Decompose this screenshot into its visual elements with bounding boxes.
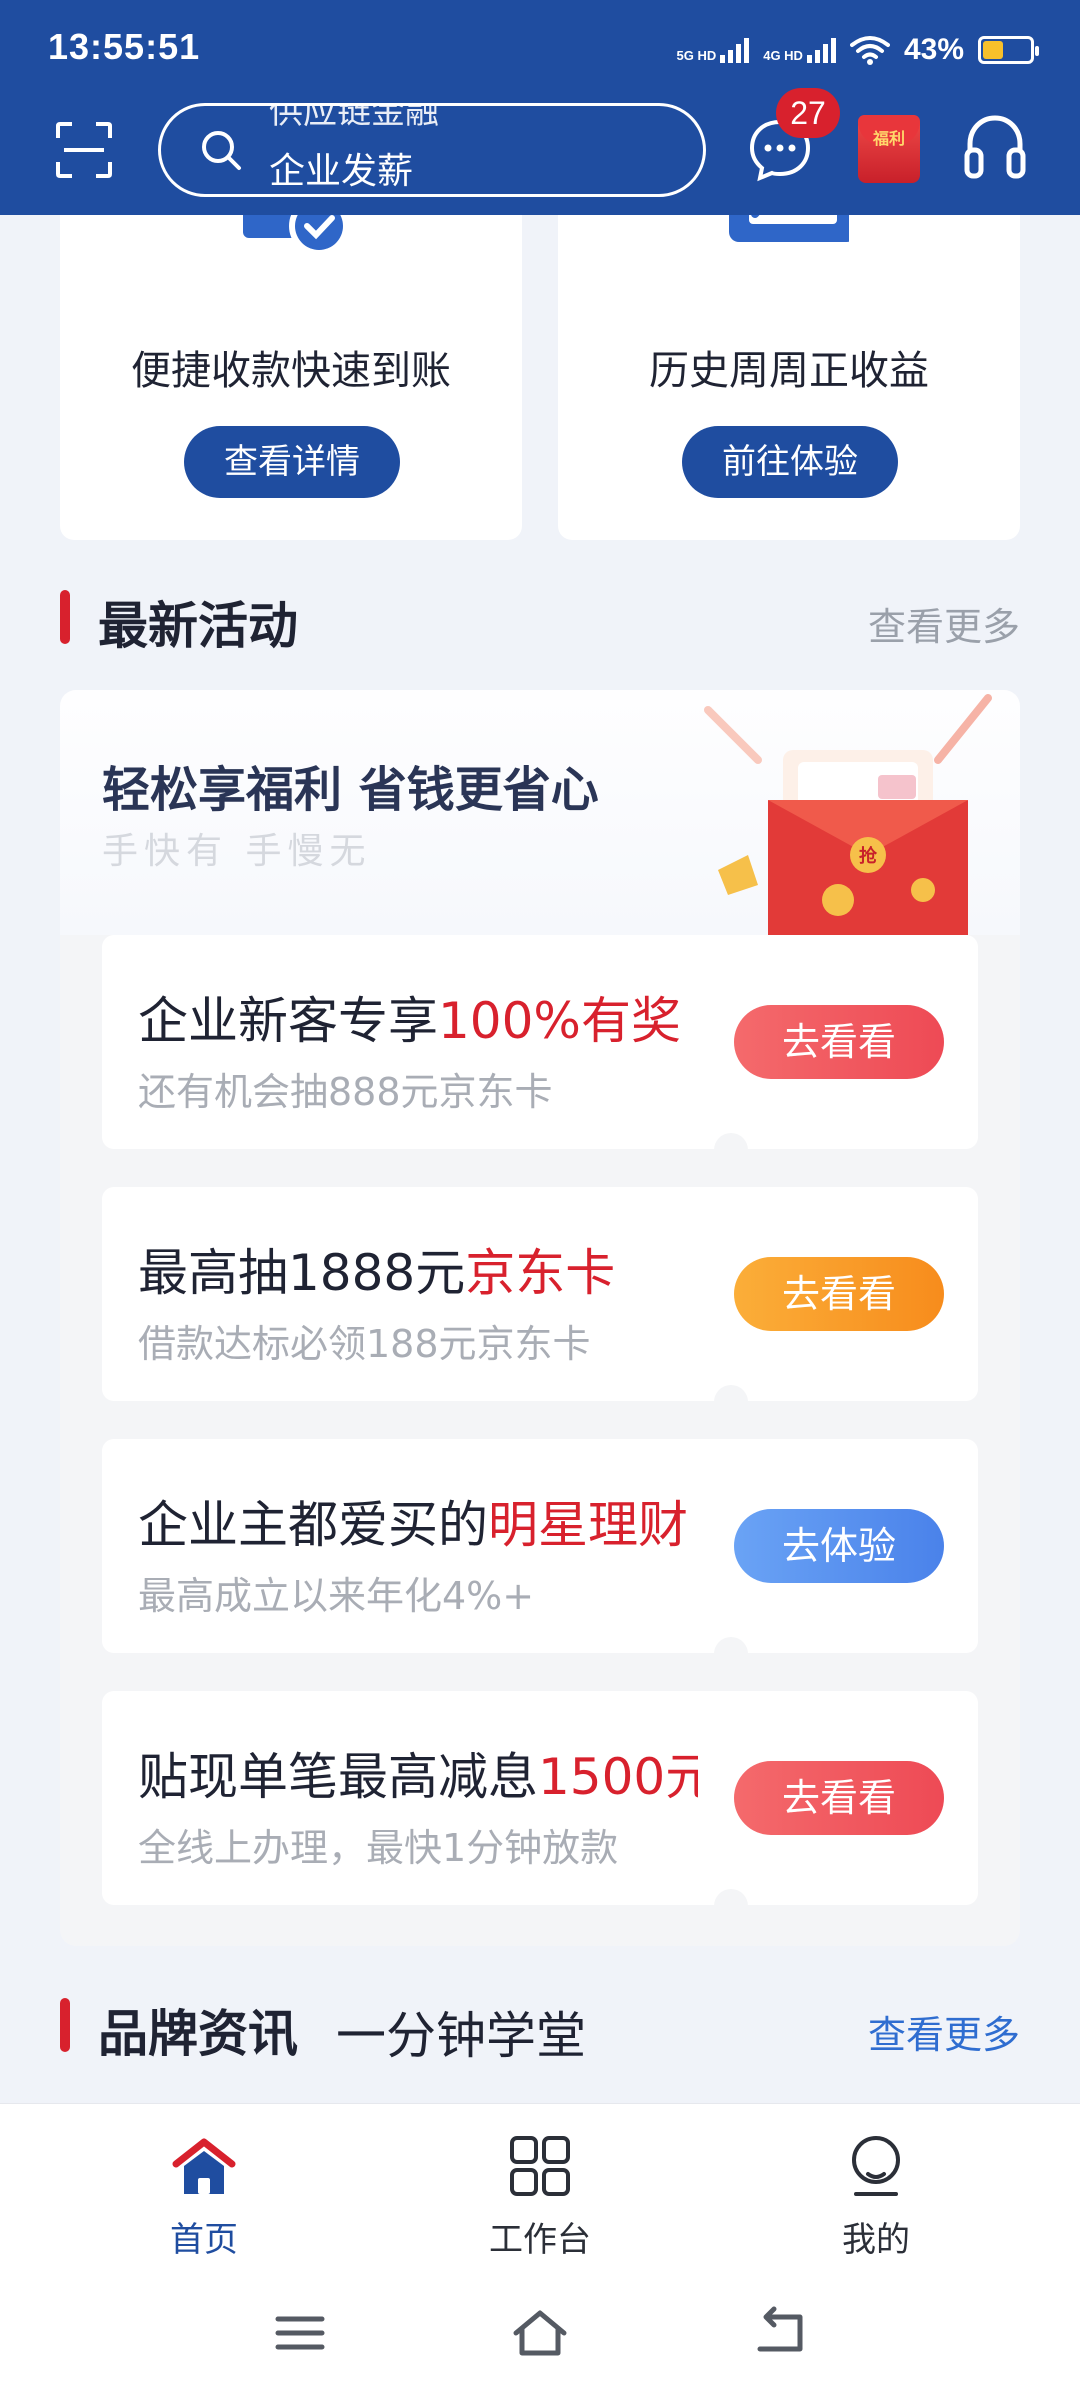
tab-label: 首页 [170,2220,238,2260]
activity-title: 贴现单笔最高减息1500元 [138,1737,698,1809]
section-accent-bar [60,590,70,644]
wifi-icon [849,36,890,65]
activity-subtitle: 还有机会抽888元京东卡 [138,1070,553,1114]
message-badge: 27 [776,88,840,138]
section-subtitle: 一分钟学堂 [336,2007,586,2065]
activity-title: 企业主都爱买的明星理财 [138,1485,698,1557]
activity-subtitle: 全线上办理，最快1分钟放款 [138,1826,619,1870]
view-more-link[interactable]: 查看更多 [868,596,1020,651]
product-title: 便捷收款快速到账 [131,348,451,394]
view-details-button[interactable]: 查看详情 [184,426,400,498]
activity-title-highlight: 京东卡 [465,1244,616,1302]
activity-subtitle: 借款达标必领188元京东卡 [138,1322,591,1366]
brand-section-header: 品牌资讯 一分钟学堂 查看更多 [60,1990,1020,2065]
welfare-label: 福利 [872,129,905,148]
activity-item[interactable]: 最高抽1888元京东卡 借款达标必领188元京东卡 去看看 [102,1187,978,1401]
ticket-notch [714,1133,748,1167]
scan-icon[interactable] [54,120,114,180]
activity-title-highlight: 100%有奖 [438,992,681,1050]
signal-5g-icon: 5G HD [676,37,750,63]
go-see-button[interactable]: 去看看 [734,1761,944,1835]
welfare-red-packet-button[interactable]: 福利 [858,115,920,183]
go-see-button[interactable]: 去看看 [734,1257,944,1331]
search-icon [202,131,241,170]
tab-label: 我的 [842,2220,910,2260]
profile-icon [852,2136,900,2196]
app-header: 13:55:51 5G HD 4G HD 43% 供应链金融 企业发薪 27 福… [0,0,1080,215]
menu-icon[interactable] [270,2303,330,2363]
customer-service-icon[interactable] [962,112,1028,184]
battery-fill [983,41,1003,59]
ticket-notch [714,1637,748,1671]
activities-panel: 轻松享福利 省钱更省心 手快有 手慢无 抢 企业新客专享100%有奖 还有机会抽… [60,690,1020,1946]
grid-icon [510,2136,570,2196]
promo-title: 轻松享福利 省钱更省心 [102,762,599,818]
battery-percent: 43% [903,33,964,66]
search-bar[interactable]: 供应链金融 企业发薪 [158,103,706,197]
product-title: 历史周周正收益 [649,348,929,394]
promo-subtitle: 手快有 手慢无 [102,831,372,872]
activities-section-header: 最新活动 查看更多 [60,582,1020,655]
ticket-notch [714,1889,748,1923]
promo-banner[interactable]: 轻松享福利 省钱更省心 手快有 手慢无 抢 [60,690,1020,935]
back-icon[interactable] [750,2303,810,2363]
search-rotating-hint: 供应链金融 [269,103,439,132]
bottom-tab-bar: 首页 工作台 我的 [0,2103,1080,2263]
activity-item[interactable]: 贴现单笔最高减息1500元 全线上办理，最快1分钟放款 去看看 [102,1691,978,1905]
status-time: 13:55:51 [48,26,201,67]
system-home-icon[interactable] [510,2303,570,2363]
section-title: 最新活动 [98,597,298,655]
activity-title: 最高抽1888元京东卡 [138,1233,698,1305]
red-envelope-illustration: 抢 [704,694,992,935]
tab-home[interactable]: 首页 [104,2134,304,2260]
activity-title-text: 企业主都爱买的 [138,1496,488,1554]
activity-title: 企业新客专享100%有奖 [138,981,698,1053]
go-experience-button[interactable]: 去体验 [734,1509,944,1583]
activity-item[interactable]: 企业新客专享100%有奖 还有机会抽888元京东卡 去看看 [102,935,978,1149]
activity-subtitle: 最高成立以来年化4%+ [138,1574,535,1618]
go-see-button[interactable]: 去看看 [734,1005,944,1079]
search-placeholder: 企业发薪 [269,151,414,192]
activity-title-text: 贴现单笔最高减息 [138,1748,538,1806]
tab-label: 工作台 [489,2220,591,2260]
status-bar: 13:55:51 5G HD 4G HD 43% [0,0,1080,96]
battery-icon [978,36,1039,64]
section-title: 品牌资讯 [98,2005,298,2063]
section-accent-bar [60,1998,70,2052]
tab-profile[interactable]: 我的 [776,2134,976,2260]
tab-workbench[interactable]: 工作台 [440,2134,640,2260]
activity-title-highlight: 明星理财 [488,1496,688,1554]
view-more-link[interactable]: 查看更多 [868,2004,1020,2059]
ticket-notch [714,1385,748,1419]
activity-title-highlight: 1500元 [538,1748,698,1806]
svg-text:抢: 抢 [859,845,878,867]
try-now-button[interactable]: 前往体验 [682,426,898,498]
signal-4g-icon: 4G HD [763,37,836,63]
activity-item[interactable]: 企业主都爱买的明星理财 最高成立以来年化4%+ 去体验 [102,1439,978,1653]
status-indicators: 5G HD 4G HD 43% [676,26,1039,74]
activity-title-text: 最高抽1888元 [138,1244,466,1302]
activity-title-text: 企业新客专享 [138,992,438,1050]
home-icon [172,2138,236,2194]
system-navigation-bar [0,2263,1080,2400]
